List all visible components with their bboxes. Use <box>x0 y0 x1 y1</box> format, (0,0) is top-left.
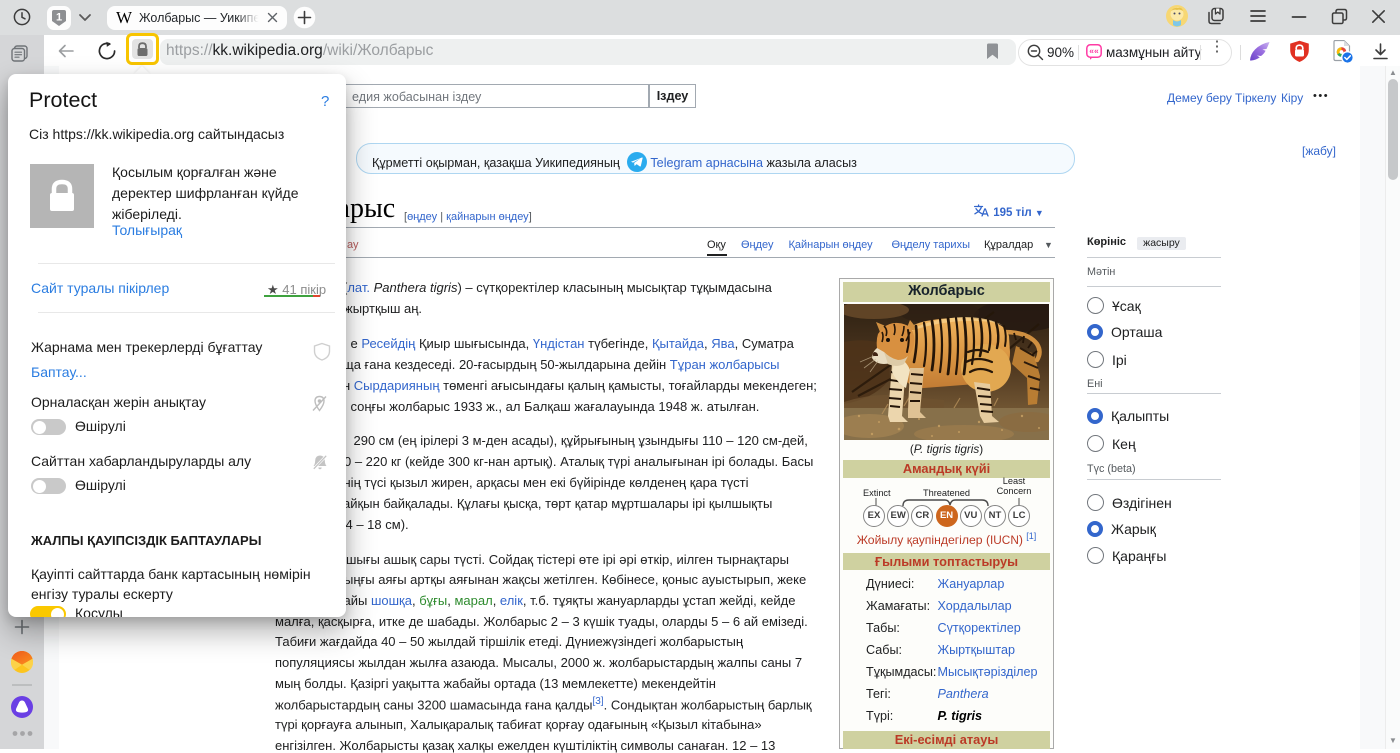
svg-text:««: «« <box>1089 46 1099 56</box>
svg-text:1: 1 <box>56 12 62 24</box>
